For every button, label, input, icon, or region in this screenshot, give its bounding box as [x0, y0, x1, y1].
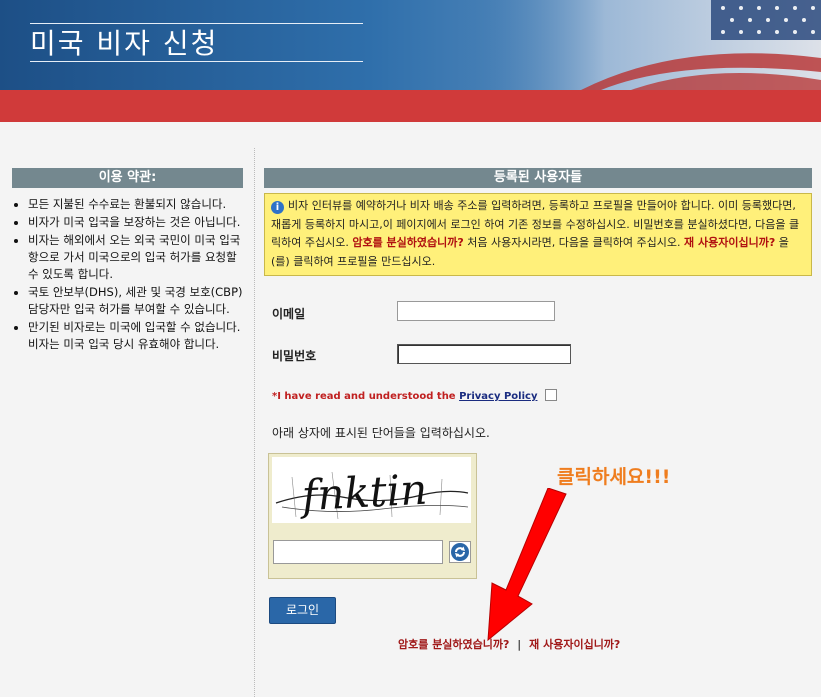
- email-field[interactable]: [397, 301, 555, 321]
- password-label: 비밀번호: [272, 349, 317, 363]
- site-title: 미국 비자 신청: [30, 27, 219, 60]
- terms-item: 비자는 해외에서 오는 외국 국민이 미국 입국 항으로 가서 미국으로의 입국…: [28, 232, 243, 283]
- us-flag-banner: [461, 0, 821, 90]
- captcha-prompt: 아래 상자에 표시된 단어들을 입력하십시오.: [272, 426, 490, 440]
- terms-item: 비자가 미국 입국을 보장하는 것은 아닙니다.: [28, 214, 243, 231]
- login-button[interactable]: 로그인: [269, 597, 336, 624]
- new-user-link[interactable]: 재 사용자이십니까?: [684, 236, 775, 249]
- info-icon: i: [271, 201, 284, 214]
- refresh-icon: [451, 543, 469, 561]
- terms-item: 국토 안보부(DHS), 세관 및 국경 보호(CBP) 담당자만 입국 허가를…: [28, 284, 243, 318]
- terms-list: 모든 지불된 수수료는 환불되지 않습니다. 비자가 미국 입국을 보장하는 것…: [12, 196, 243, 353]
- email-label: 이메일: [272, 307, 306, 321]
- captcha-box: fnktin: [268, 453, 477, 579]
- red-arrow-icon: [487, 488, 567, 642]
- terms-item: 모든 지불된 수수료는 환불되지 않습니다.: [28, 196, 243, 213]
- header-red-bar: [0, 90, 821, 122]
- captcha-text: fnktin: [298, 465, 429, 521]
- info-notice: i 비자 인터뷰를 예약하거나 비자 배송 주소를 입력하려면, 등록하고 프로필…: [264, 193, 812, 276]
- title-bottom-rule: [30, 61, 363, 62]
- registered-users-panel: 등록된 사용자들 i 비자 인터뷰를 예약하거나 비자 배송 주소를 입력하려면,…: [264, 168, 812, 276]
- privacy-consent: *I have read and understood the Privacy …: [272, 389, 557, 402]
- captcha-image: fnktin: [272, 457, 471, 523]
- terms-panel: 이용 약관: 모든 지불된 수수료는 환불되지 않습니다. 비자가 미국 입국을…: [12, 168, 243, 354]
- terms-item: 만기된 비자로는 미국에 입국할 수 없습니다. 비자는 미국 입국 당시 유효…: [28, 319, 243, 353]
- privacy-policy-link[interactable]: Privacy Policy: [459, 391, 537, 402]
- info-text: 처음 사용자시라면, 다음을 클릭하여 주십시오.: [467, 236, 681, 249]
- privacy-checkbox[interactable]: [544, 389, 557, 401]
- column-divider: [254, 148, 255, 697]
- forgot-password-link[interactable]: 암호를 분실하였습니까?: [352, 236, 463, 249]
- terms-heading: 이용 약관:: [12, 168, 243, 188]
- captcha-input[interactable]: [273, 540, 443, 564]
- password-field[interactable]: [397, 344, 571, 364]
- click-here-annotation: 클릭하세요!!!: [557, 466, 671, 488]
- site-header: 미국 비자 신청: [0, 0, 821, 90]
- registered-heading: 등록된 사용자들: [264, 168, 812, 188]
- captcha-refresh-button[interactable]: [449, 541, 471, 563]
- privacy-required-text: *I have read and understood the: [272, 391, 456, 402]
